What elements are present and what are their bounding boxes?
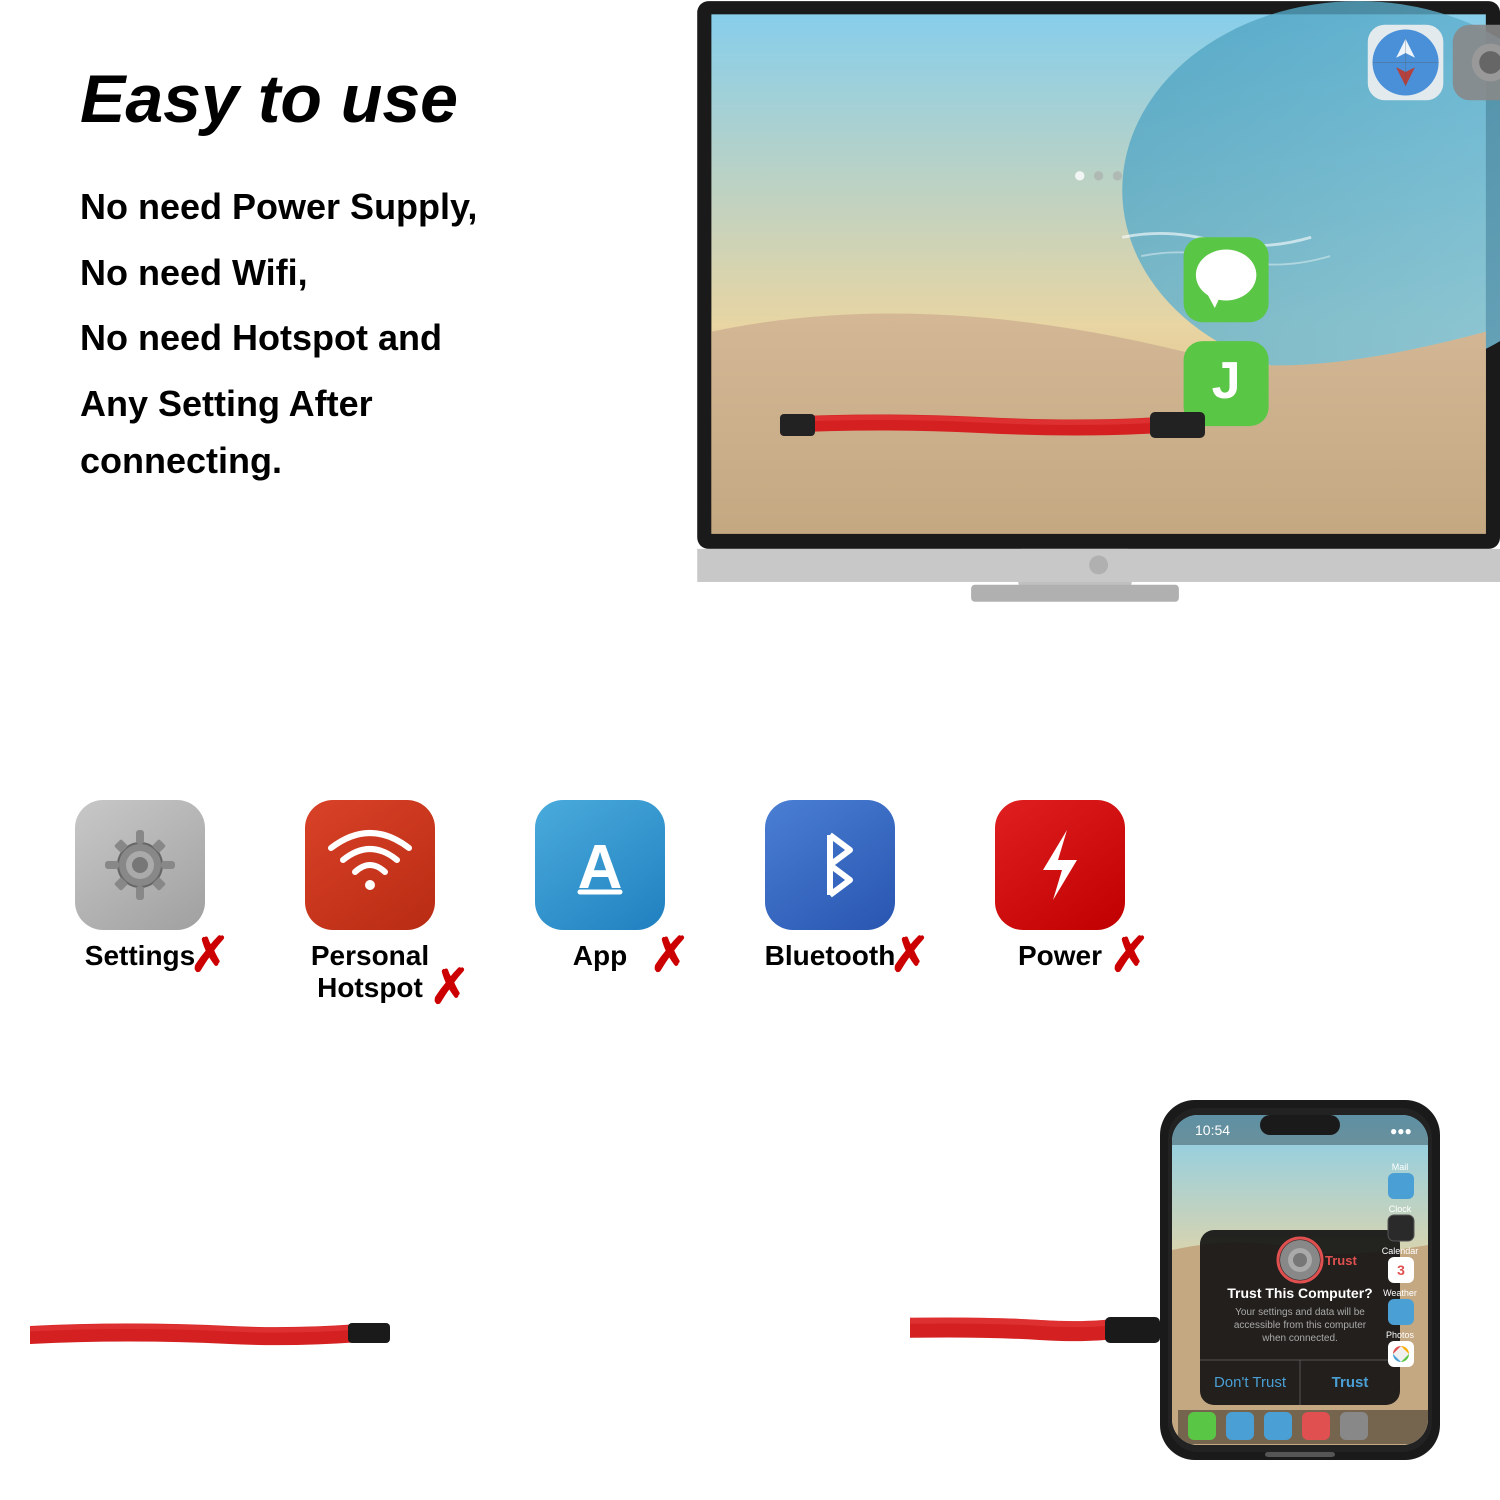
svg-text:Trust: Trust: [1325, 1253, 1357, 1268]
cable-bottom-left: [30, 1305, 390, 1370]
hotspot-label: Personal Hotspot: [311, 940, 429, 1004]
app-label: App: [573, 940, 627, 972]
svg-text:Calendar: Calendar: [1382, 1246, 1419, 1256]
hotspot-icon-box: [305, 800, 435, 930]
svg-text:3: 3: [1397, 1262, 1405, 1278]
monitor-area: J: [560, 0, 1500, 750]
settings-label: Settings: [85, 940, 195, 972]
feature-2: No need Wifi,: [80, 244, 510, 302]
phone-cable-area: 10:54 ●●● Trust Trust This Computer? You…: [910, 1050, 1460, 1470]
x-mark-settings: ✗: [190, 932, 230, 980]
svg-text:J: J: [1212, 352, 1241, 410]
power-icon-item: ✗ Power: [980, 800, 1140, 972]
svg-text:10:54: 10:54: [1195, 1122, 1230, 1138]
x-mark-bluetooth: ✗: [890, 932, 930, 980]
icons-row: ✗ Settings ✗ Personal Hotspot: [0, 750, 1500, 1024]
svg-text:Photos: Photos: [1386, 1330, 1415, 1340]
appstore-icon-item: A ✗ App: [520, 800, 680, 972]
text-panel: Easy to use No need Power Supply, No nee…: [0, 0, 560, 750]
lightning-icon: [1015, 820, 1105, 910]
svg-text:Clock: Clock: [1389, 1204, 1412, 1214]
x-mark-app: ✗: [650, 932, 690, 980]
svg-text:Your settings and data will be: Your settings and data will be: [1235, 1307, 1365, 1318]
svg-text:Don't Trust: Don't Trust: [1214, 1374, 1287, 1391]
power-label: Power: [1018, 940, 1102, 972]
svg-text:accessible from this computer: accessible from this computer: [1234, 1320, 1367, 1331]
bottom-section: ✗ Settings ✗ Personal Hotspot: [0, 750, 1500, 1500]
settings-icon-item: ✗ Settings: [60, 800, 220, 972]
phone-svg: 10:54 ●●● Trust Trust This Computer? You…: [910, 1050, 1460, 1470]
bluetooth-icon-item: ✗ Bluetooth: [740, 800, 920, 972]
x-mark-power: ✗: [1110, 932, 1150, 980]
svg-text:Mail: Mail: [1392, 1162, 1409, 1172]
gear-icon: [95, 820, 185, 910]
svg-text:Trust: Trust: [1332, 1374, 1369, 1391]
appstore-icon-box: A: [535, 800, 665, 930]
x-mark-hotspot: ✗: [430, 964, 470, 1012]
feature-1: No need Power Supply,: [80, 178, 510, 236]
appstore-icon: A: [555, 820, 645, 910]
top-section: Easy to use No need Power Supply, No nee…: [0, 0, 1500, 750]
power-icon-box: [995, 800, 1125, 930]
bluetooth-label: Bluetooth: [765, 940, 896, 972]
feature-list: No need Power Supply, No need Wifi, No n…: [80, 178, 510, 498]
hotspot-icon: [325, 820, 415, 910]
feature-4: Any Setting After connecting.: [80, 375, 510, 490]
cable-top: [780, 390, 1180, 450]
svg-text:when connected.: when connected.: [1261, 1333, 1338, 1344]
bluetooth-icon-box: [765, 800, 895, 930]
main-title: Easy to use: [80, 60, 510, 138]
bluetooth-icon: [785, 820, 875, 910]
svg-text:●●●: ●●●: [1390, 1124, 1412, 1138]
feature-3: No need Hotspot and: [80, 309, 510, 367]
svg-text:Trust This Computer?: Trust This Computer?: [1227, 1285, 1372, 1301]
monitor-svg: J: [650, 0, 1500, 720]
settings-icon-box: [75, 800, 205, 930]
bottom-cable-svg: [30, 1305, 390, 1365]
hotspot-icon-item: ✗ Personal Hotspot: [280, 800, 460, 1004]
svg-text:Weather: Weather: [1383, 1288, 1417, 1298]
